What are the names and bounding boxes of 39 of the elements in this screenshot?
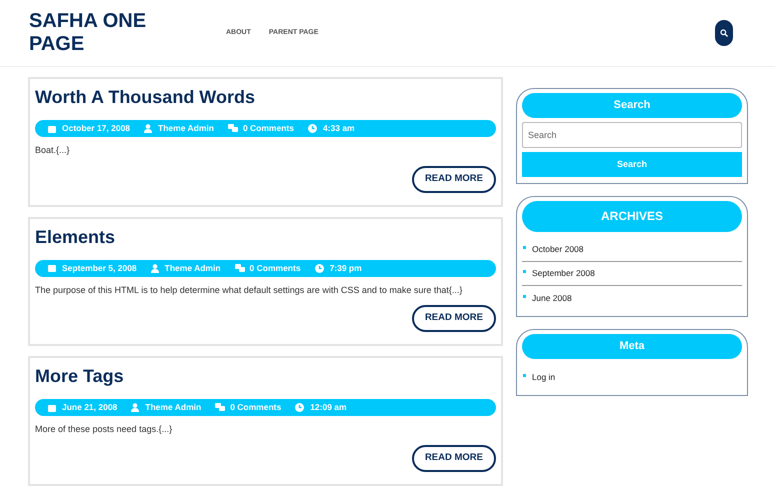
post-title[interactable]: Worth A Thousand Words xyxy=(35,85,496,109)
widget-title: Meta xyxy=(522,334,742,359)
sidebar-link[interactable]: June 2008 xyxy=(532,292,572,304)
post-time: 7:39 pm xyxy=(330,262,362,274)
bullet-icon xyxy=(523,294,526,298)
clock-icon xyxy=(314,264,324,272)
bullet-icon xyxy=(523,270,526,273)
widget-title: ARCHIVES xyxy=(522,201,742,232)
bullet-icon xyxy=(523,374,526,376)
read-more-button[interactable]: READ MORE xyxy=(412,166,496,192)
sidebar-link[interactable]: Log in xyxy=(532,370,556,384)
read-more-button[interactable]: READ MORE xyxy=(412,444,496,472)
calendar-icon xyxy=(48,124,56,132)
search-button[interactable] xyxy=(715,20,733,46)
site-title[interactable]: SAFHA ONE PAGE xyxy=(29,10,149,56)
calendar-icon xyxy=(48,264,56,272)
widget-title: Search xyxy=(522,93,742,118)
search-icon xyxy=(720,29,728,37)
user-icon xyxy=(144,124,152,133)
read-more-button[interactable]: READ MORE xyxy=(412,305,496,332)
comments-icon xyxy=(215,403,226,412)
user-icon xyxy=(131,403,140,412)
search-field[interactable]: Search xyxy=(522,122,742,148)
post-excerpt: Boat.{...} xyxy=(35,144,71,157)
post-excerpt: The purpose of this HTML is to help determine what default settings are with CSS and to make sure that{...} xyxy=(35,284,464,297)
post-time: 12:09 am xyxy=(310,401,347,414)
post-title[interactable]: Elements xyxy=(35,224,496,248)
post-excerpt: More of these posts need tags.{...} xyxy=(35,423,174,436)
post-title[interactable]: More Tags xyxy=(35,364,496,388)
bullet-icon xyxy=(523,246,526,249)
clock-icon xyxy=(308,124,317,133)
user-icon xyxy=(150,264,159,272)
comments-icon xyxy=(234,264,245,272)
clock-icon xyxy=(295,403,304,412)
post-time: 4:33 am xyxy=(322,122,355,135)
sidebar-link[interactable]: October 2008 xyxy=(532,243,584,256)
comments-icon xyxy=(228,124,238,133)
calendar-icon xyxy=(48,404,56,412)
sidebar-link[interactable]: September 2008 xyxy=(532,267,595,280)
